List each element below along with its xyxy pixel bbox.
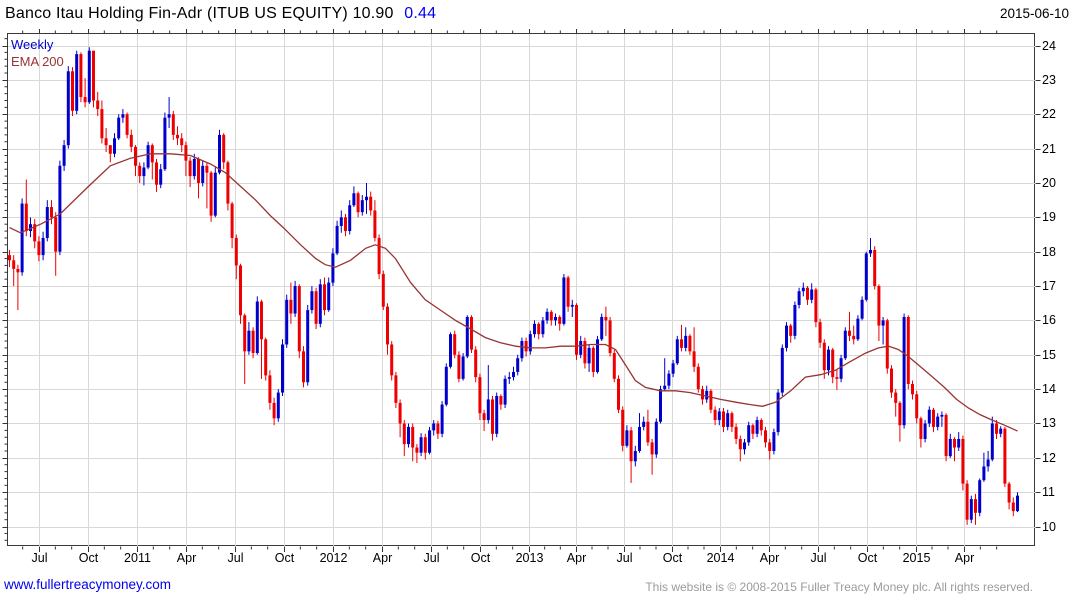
x-axis-label: Apr (759, 551, 780, 565)
y-axis-label: 12 (1042, 450, 1056, 465)
y-axis-label: 23 (1042, 72, 1056, 87)
chart-page: Banco Itau Holding Fin-Adr (ITUB US EQUI… (0, 0, 1075, 600)
x-axis-label: Jul (810, 551, 827, 565)
copyright-text: This website is © 2008-2015 Fuller Treac… (645, 580, 1033, 594)
x-axis-label: Apr (566, 551, 587, 565)
x-axis-label: Oct (78, 551, 99, 565)
price-chart (2, 29, 1041, 552)
x-axis-label: Oct (662, 551, 683, 565)
y-axis-label: 15 (1042, 347, 1056, 362)
x-axis-label: 2014 (706, 551, 735, 565)
x-axis-label: 2012 (319, 551, 348, 565)
x-axis-label: Jul (31, 551, 48, 565)
x-axis-label: Oct (274, 551, 295, 565)
y-axis-label: 24 (1042, 38, 1056, 53)
x-axis-label: Apr (954, 551, 975, 565)
website-link[interactable]: www.fullertreacymoney.com (4, 577, 171, 592)
x-axis-label: 2011 (124, 551, 151, 565)
legend-timeframe: Weekly (11, 37, 54, 52)
x-axis-label: 2015 (902, 551, 931, 565)
x-axis-label: Apr (372, 551, 393, 565)
x-axis-label: Oct (857, 551, 878, 565)
x-axis-label: Jul (616, 551, 633, 565)
y-axis-label: 16 (1042, 312, 1056, 327)
x-axis-label: Jul (227, 551, 244, 565)
x-axis-label: 2013 (515, 551, 544, 565)
y-axis-label: 17 (1042, 278, 1056, 293)
y-axis-label: 19 (1042, 209, 1056, 224)
y-axis-label: 10 (1042, 519, 1056, 534)
x-axis-label: Oct (470, 551, 491, 565)
legend-ema: EMA 200 (11, 54, 64, 69)
x-axis-label: Apr (176, 551, 197, 565)
y-axis-label: 11 (1042, 484, 1055, 499)
legend: Weekly EMA 200 (11, 36, 64, 70)
x-axis-label: Jul (423, 551, 440, 565)
y-axis-label: 18 (1042, 244, 1056, 259)
y-axis-label: 20 (1042, 175, 1056, 190)
y-axis-label: 22 (1042, 106, 1056, 121)
y-axis-label: 13 (1042, 415, 1056, 430)
y-axis-label: 14 (1042, 381, 1056, 396)
y-axis-label: 21 (1042, 141, 1056, 156)
